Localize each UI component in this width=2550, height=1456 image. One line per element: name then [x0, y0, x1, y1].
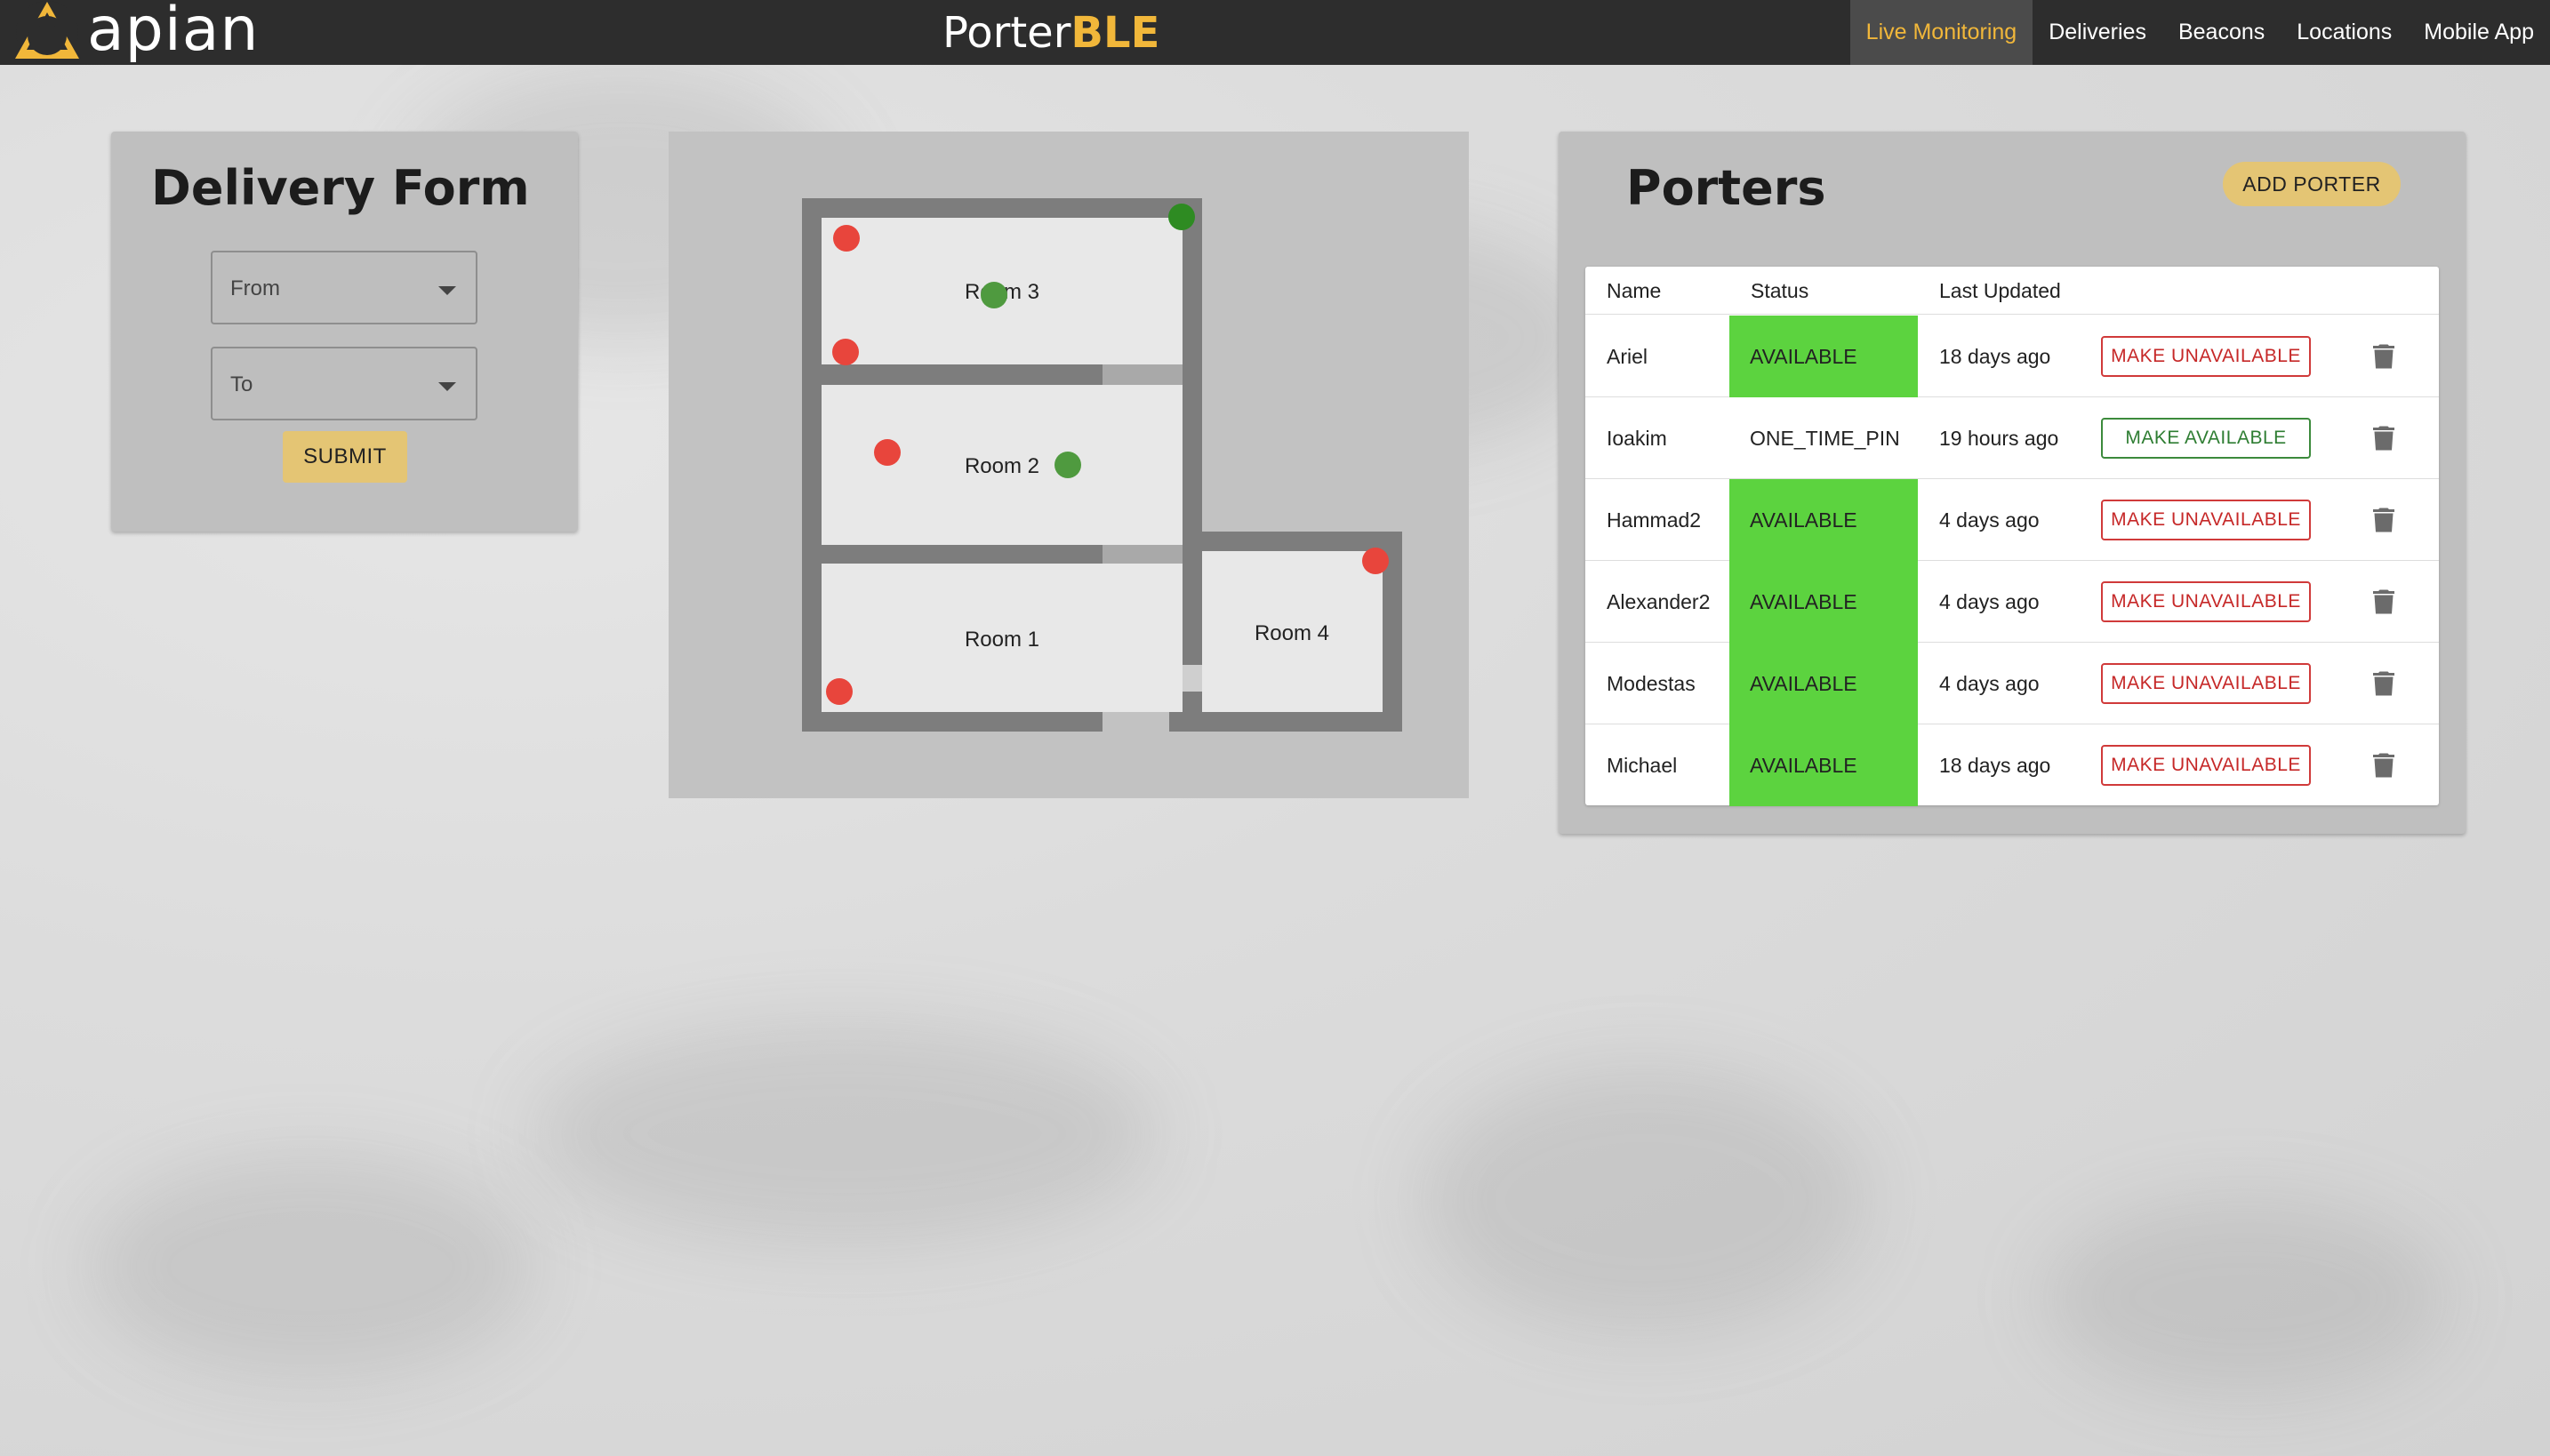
table-row: Michael AVAILABLE 18 days ago MAKE UNAVA… — [1585, 724, 2439, 806]
app-brand: Porter BLE — [942, 0, 1159, 65]
porter-status: ONE_TIME_PIN — [1750, 426, 1900, 450]
room-1-label: Room 1 — [965, 628, 1039, 652]
porter-last-updated: 18 days ago — [1939, 753, 2051, 777]
table-row: Ariel AVAILABLE 18 days ago MAKE UNAVAIL… — [1585, 316, 2439, 397]
nav-locations[interactable]: Locations — [2281, 0, 2408, 65]
trash-icon[interactable] — [2368, 422, 2400, 454]
doorway — [1103, 712, 1169, 732]
trash-icon[interactable] — [2368, 340, 2400, 372]
make-unavailable-button[interactable]: MAKE UNAVAILABLE — [2101, 745, 2311, 786]
porter-name: Alexander2 — [1607, 589, 1711, 613]
porter-marker-green[interactable] — [1168, 204, 1195, 230]
submit-button[interactable]: SUBMIT — [283, 431, 407, 483]
to-select[interactable]: To — [211, 347, 477, 420]
doorway — [1103, 364, 1183, 385]
column-header-name[interactable]: Name — [1607, 279, 1661, 303]
trash-icon[interactable] — [2368, 749, 2400, 781]
room-2-label: Room 2 — [965, 454, 1039, 478]
column-header-status[interactable]: Status — [1751, 279, 1808, 303]
delivery-form-panel: Delivery Form From To SUBMIT — [111, 132, 578, 532]
background-blur — [533, 1022, 1156, 1244]
porter-name: Michael — [1607, 753, 1678, 777]
dropdown-caret-icon — [438, 382, 456, 391]
doorway — [1183, 665, 1202, 692]
beacon-marker-red[interactable] — [832, 339, 859, 365]
porter-name: Modestas — [1607, 671, 1696, 695]
background-blur — [89, 1156, 533, 1378]
from-select[interactable]: From — [211, 251, 477, 324]
trash-icon[interactable] — [2368, 668, 2400, 700]
porters-title: Porters — [1626, 160, 1826, 216]
porter-status: AVAILABLE — [1729, 724, 1918, 806]
porter-marker-green[interactable] — [1054, 452, 1081, 478]
beacon-marker-red[interactable] — [826, 678, 853, 705]
column-header-last-updated[interactable]: Last Updated — [1939, 279, 2061, 303]
porter-marker-green[interactable] — [981, 282, 1007, 308]
make-available-button[interactable]: MAKE AVAILABLE — [2101, 418, 2311, 459]
beacon-marker-red[interactable] — [833, 225, 860, 252]
floor-map-panel: Room 3 Room 2 Room 1 Room 4 — [669, 132, 1469, 798]
table-header: Name Status Last Updated — [1585, 267, 2439, 315]
doorway — [1103, 545, 1183, 564]
porter-name: Ioakim — [1607, 426, 1667, 450]
add-porter-button[interactable]: ADD PORTER — [2223, 162, 2401, 206]
porter-name: Ariel — [1607, 344, 1648, 368]
porter-status: AVAILABLE — [1729, 316, 1918, 397]
porter-last-updated: 19 hours ago — [1939, 426, 2059, 450]
make-unavailable-button[interactable]: MAKE UNAVAILABLE — [2101, 663, 2311, 704]
porter-name: Hammad2 — [1607, 508, 1702, 532]
top-navbar: apian Porter BLE Live Monitoring Deliveri… — [0, 0, 2550, 65]
porters-panel: Porters ADD PORTER Name Status Last Upda… — [1559, 132, 2466, 834]
porter-status: AVAILABLE — [1729, 561, 1918, 643]
porter-last-updated: 4 days ago — [1939, 508, 2040, 532]
brand-ble: BLE — [1071, 7, 1160, 58]
porter-last-updated: 18 days ago — [1939, 344, 2051, 368]
porter-status: AVAILABLE — [1729, 643, 1918, 724]
trash-icon[interactable] — [2368, 586, 2400, 618]
brand-porter: Porter — [942, 7, 1071, 58]
nav-mobile-app[interactable]: Mobile App — [2408, 0, 2550, 65]
table-row: Hammad2 AVAILABLE 4 days ago MAKE UNAVAI… — [1585, 479, 2439, 561]
table-row: Alexander2 AVAILABLE 4 days ago MAKE UNA… — [1585, 561, 2439, 643]
make-unavailable-button[interactable]: MAKE UNAVAILABLE — [2101, 500, 2311, 540]
table-row: Ioakim ONE_TIME_PIN 19 hours ago MAKE AV… — [1585, 397, 2439, 479]
trash-icon[interactable] — [2368, 504, 2400, 536]
porter-status: AVAILABLE — [1729, 479, 1918, 561]
nav-deliveries[interactable]: Deliveries — [2033, 0, 2162, 65]
porter-last-updated: 4 days ago — [1939, 671, 2040, 695]
beacon-marker-red[interactable] — [1362, 548, 1389, 574]
background-blur — [1423, 1067, 1867, 1333]
to-select-label: To — [230, 372, 253, 396]
nav-live-monitoring[interactable]: Live Monitoring — [1849, 0, 2033, 65]
logo-text: apian — [87, 0, 260, 65]
porter-last-updated: 4 days ago — [1939, 589, 2040, 613]
from-select-label: From — [230, 276, 280, 300]
nav-beacons[interactable]: Beacons — [2162, 0, 2281, 65]
table-row: Modestas AVAILABLE 4 days ago MAKE UNAVA… — [1585, 643, 2439, 724]
floor-map[interactable]: Room 3 Room 2 Room 1 Room 4 — [669, 132, 1469, 798]
dropdown-caret-icon — [438, 286, 456, 295]
porters-table: Name Status Last Updated Ariel AVAILABLE… — [1585, 267, 2439, 806]
make-unavailable-button[interactable]: MAKE UNAVAILABLE — [2101, 581, 2311, 622]
beacon-marker-red[interactable] — [874, 439, 901, 466]
make-unavailable-button[interactable]: MAKE UNAVAILABLE — [2101, 336, 2311, 377]
apian-logo[interactable]: apian — [12, 0, 260, 65]
room-4-label: Room 4 — [1255, 621, 1329, 645]
main-nav: Live Monitoring Deliveries Beacons Locat… — [1849, 0, 2550, 65]
delivery-form-title: Delivery Form — [151, 160, 530, 216]
logo-triangle-icon — [15, 1, 79, 63]
background-blur — [2045, 1200, 2445, 1396]
